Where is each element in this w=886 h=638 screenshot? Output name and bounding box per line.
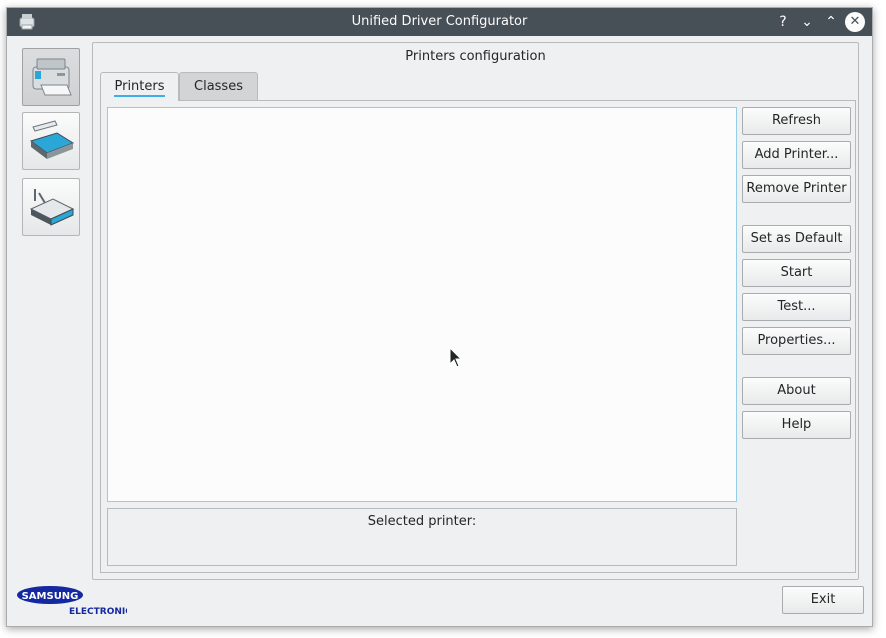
printer-list[interactable] bbox=[107, 107, 737, 502]
selected-printer-label: Selected printer: bbox=[367, 514, 477, 529]
window-title: Unified Driver Configurator bbox=[351, 14, 528, 29]
add-printer-button[interactable]: Add Printer... bbox=[742, 141, 851, 169]
brand-top-text: SAMSUNG bbox=[22, 591, 79, 602]
exit-button[interactable]: Exit bbox=[782, 586, 864, 614]
printers-config-panel: Printers configuration Printers Classes … bbox=[92, 42, 859, 580]
set-default-button[interactable]: Set as Default bbox=[742, 225, 851, 253]
properties-button[interactable]: Properties... bbox=[742, 327, 851, 355]
sidebar-item-ports[interactable] bbox=[22, 178, 80, 236]
close-icon[interactable]: ✕ bbox=[845, 12, 865, 32]
help-button[interactable]: Help bbox=[742, 411, 851, 439]
samsung-logo: SAMSUNG ELECTRONICS bbox=[17, 586, 139, 622]
help-icon[interactable]: ? bbox=[773, 12, 793, 32]
sidebar-item-scanners[interactable] bbox=[22, 112, 80, 170]
port-icon bbox=[29, 189, 75, 226]
brand-bottom-text: ELECTRONICS bbox=[69, 607, 127, 617]
refresh-button[interactable]: Refresh bbox=[742, 107, 851, 135]
scanner-icon bbox=[29, 120, 75, 159]
title-bar[interactable]: Unified Driver Configurator ? ⌄ ⌃ ✕ bbox=[7, 8, 872, 36]
test-button[interactable]: Test... bbox=[742, 293, 851, 321]
panel-title: Printers configuration bbox=[405, 49, 546, 64]
printer-icon bbox=[32, 58, 72, 96]
tab-printers[interactable]: Printers bbox=[100, 72, 179, 101]
remove-printer-button[interactable]: Remove Printer bbox=[742, 175, 851, 203]
maximize-icon[interactable]: ⌃ bbox=[821, 12, 841, 32]
minimize-icon[interactable]: ⌄ bbox=[797, 12, 817, 32]
cursor-icon bbox=[449, 347, 463, 368]
tab-classes[interactable]: Classes bbox=[179, 72, 258, 100]
about-button[interactable]: About bbox=[742, 377, 851, 405]
tab-classes-label: Classes bbox=[194, 79, 243, 94]
selected-printer-box: Selected printer: bbox=[107, 508, 737, 566]
start-button[interactable]: Start bbox=[742, 259, 851, 287]
tab-content: Selected printer: Refresh Add Printer...… bbox=[100, 100, 856, 573]
main-window: Unified Driver Configurator ? ⌄ ⌃ ✕ Prin… bbox=[6, 7, 873, 627]
tab-printers-label: Printers bbox=[114, 79, 165, 97]
sidebar-item-printers[interactable] bbox=[22, 48, 80, 106]
